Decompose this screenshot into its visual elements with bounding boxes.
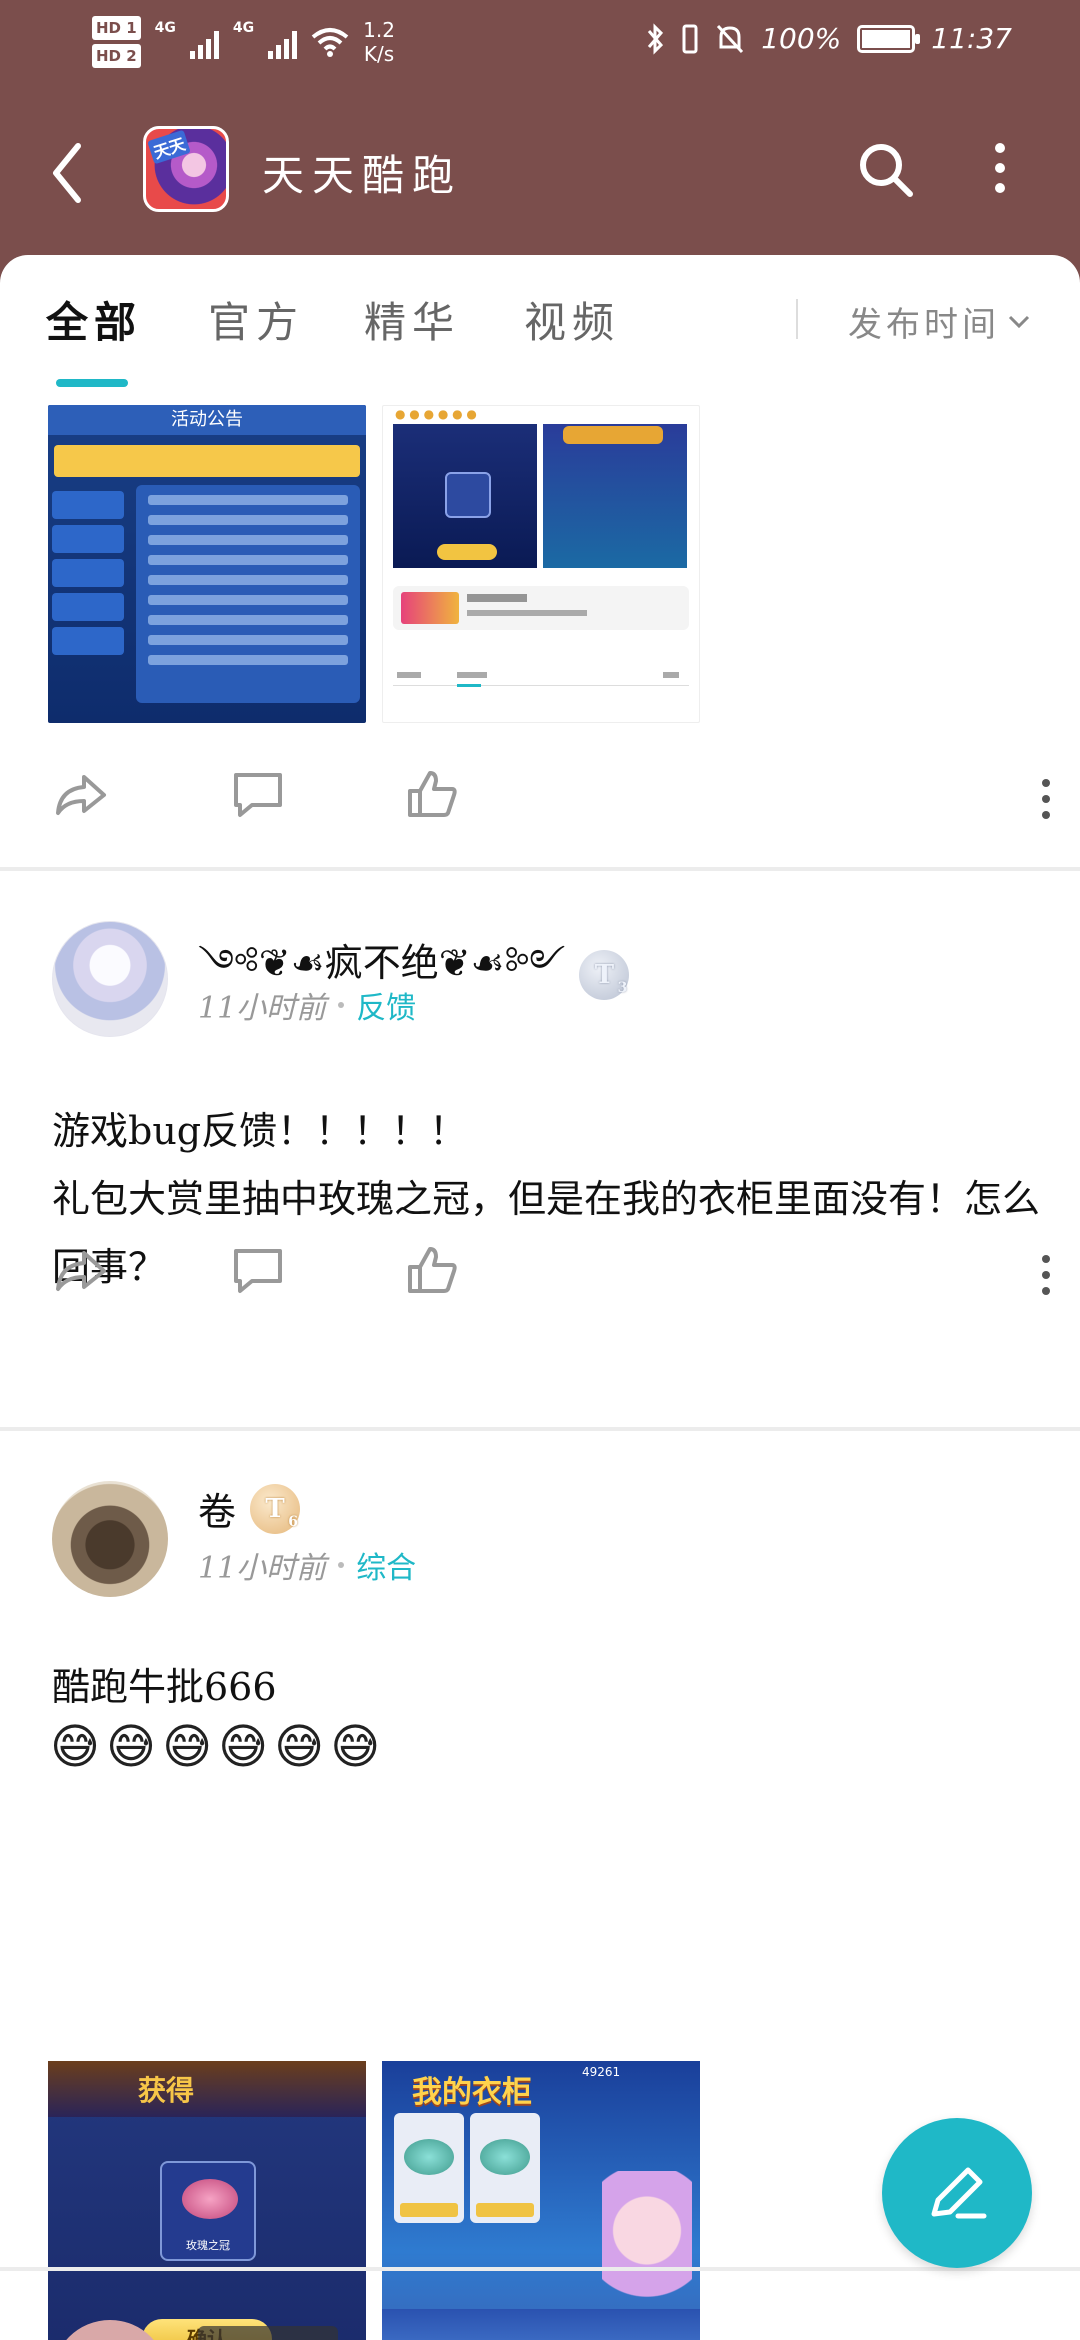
post-more-icon[interactable]: [1040, 1255, 1052, 1295]
comment-icon: [234, 1249, 282, 1293]
post-more-icon[interactable]: [1040, 779, 1052, 819]
tab-bar: 全部 官方 精华 视频 发布时间: [0, 255, 1080, 387]
more-options-icon[interactable]: [982, 138, 1018, 198]
level-badge: T3: [579, 949, 630, 1000]
clock: 11:37: [931, 22, 1012, 55]
game-logo: 天天: [143, 126, 229, 212]
divider: [796, 299, 798, 339]
back-arrow-icon[interactable]: [46, 138, 86, 208]
share-icon: [56, 775, 106, 815]
compose-post-button[interactable]: [882, 2118, 1032, 2268]
network-type-2: 4G: [232, 20, 255, 36]
level-badge: T6: [250, 1483, 301, 1534]
tab-official[interactable]: 官方: [208, 289, 304, 350]
chevron-down-icon: [1008, 315, 1030, 328]
avatar[interactable]: [52, 921, 168, 1037]
divider: [0, 1427, 1080, 1431]
share-button[interactable]: [52, 769, 108, 819]
username[interactable]: 卷 T6: [198, 1481, 301, 1536]
post-actions: [0, 753, 1080, 833]
sort-dropdown[interactable]: 发布时间: [848, 297, 1030, 346]
hd-indicator: HD 1 HD 2: [92, 14, 141, 70]
signal-icon: [268, 25, 298, 59]
search-icon[interactable]: [856, 140, 916, 200]
battery-percent: 100%: [761, 22, 842, 55]
comment-icon: [234, 773, 282, 817]
category-tag[interactable]: 综合: [356, 1543, 416, 1587]
thumbs-up-icon: [408, 771, 457, 817]
share-icon: [56, 1251, 106, 1291]
post-actions: [0, 1229, 1080, 1309]
post-emojis: 😅😅😅😅😅😅: [50, 1719, 387, 1775]
share-button[interactable]: [52, 1245, 108, 1295]
post-content[interactable]: 酷跑牛批666: [52, 1653, 1042, 1721]
tab-video[interactable]: 视频: [524, 289, 620, 350]
page-title: 天天酷跑: [262, 151, 463, 200]
network-type-1: 4G: [154, 20, 176, 36]
app-header: 天天 天天酷跑: [0, 90, 1080, 255]
post-image[interactable]: 活动公告: [48, 405, 366, 723]
mute-bell-icon: [717, 24, 744, 53]
divider: [0, 867, 1080, 871]
bluetooth-icon: [648, 22, 664, 55]
divider: [0, 2267, 1080, 2271]
comment-button[interactable]: [230, 769, 296, 819]
category-tag[interactable]: 反馈: [356, 983, 416, 1027]
post-meta: 11小时前 反馈: [198, 983, 416, 1027]
post-actions: [0, 1141, 1080, 1221]
tab-all[interactable]: 全部: [46, 289, 142, 350]
post-image[interactable]: ● ● ● ● ● ●: [382, 405, 700, 723]
thumbs-up-icon: [408, 1247, 457, 1293]
status-bar: HD 1 HD 2 4G 4G 1.2 K/s 100% 11:37: [0, 0, 1080, 90]
tab-featured[interactable]: 精华: [364, 289, 460, 350]
post-image[interactable]: 我的衣柜 49261: [382, 2061, 700, 2340]
signal-icon: [189, 25, 219, 59]
post-image[interactable]: 获得 玫瑰之冠 确认: [48, 2061, 366, 2340]
post-meta: 11小时前 综合: [198, 1543, 416, 1587]
vibrate-icon: [682, 24, 698, 53]
comment-button[interactable]: [230, 1245, 296, 1295]
content-sheet: 全部 官方 精华 视频 发布时间 活动公告 ● ● ● ● ● ● ༺❦☙疯不绝…: [0, 255, 1080, 2340]
network-speed: 1.2 K/s: [363, 18, 395, 66]
avatar[interactable]: [52, 1481, 168, 1597]
like-button[interactable]: [404, 1245, 470, 1295]
pen-icon: [931, 2167, 987, 2219]
battery-icon: [857, 24, 921, 53]
username[interactable]: [198, 2326, 338, 2340]
active-tab-indicator: [56, 379, 128, 387]
like-button[interactable]: [404, 769, 470, 819]
wifi-icon: [311, 28, 349, 57]
